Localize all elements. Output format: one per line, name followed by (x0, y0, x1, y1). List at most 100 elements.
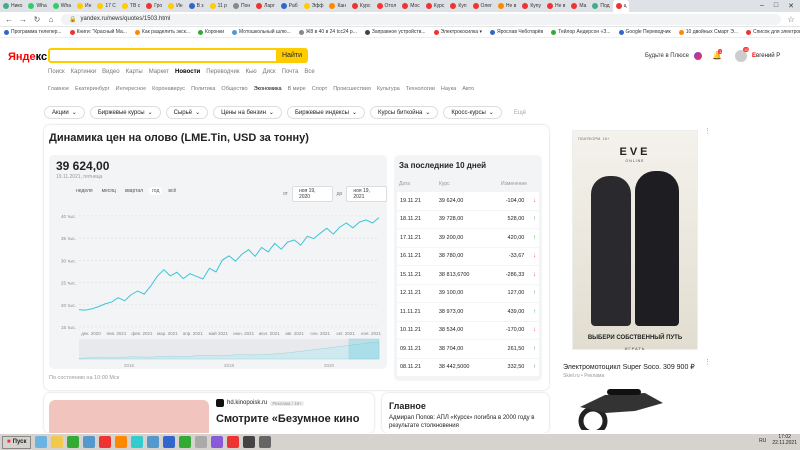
category-link-9[interactable]: Происшествия (333, 86, 371, 92)
browser-tab[interactable]: Не в (544, 0, 568, 12)
taskbar-app-icon[interactable] (259, 436, 272, 448)
ad-image[interactable]: ПЛАТФОРМ. 16+ EVE ONLINE ВЫБЕРИ СОБСТВЕН… (572, 130, 698, 351)
browser-tab[interactable]: Гро (143, 0, 165, 12)
browser-tab[interactable]: ТВ с (119, 0, 143, 12)
category-link-8[interactable]: Спорт (312, 86, 327, 92)
category-link-10[interactable]: Культура (377, 86, 400, 92)
ad-menu-icon[interactable]: ⋮ (704, 127, 711, 135)
ad2-title[interactable]: Электромотоцикл Super Soco. 309 900 ₽ (563, 363, 695, 371)
news-card-promo[interactable]: hd.kinopoisk.ru Реклама / 18+ Смотрите «… (44, 393, 374, 433)
taskbar-app-icon[interactable] (83, 436, 96, 448)
browser-tab[interactable]: Отол (374, 0, 400, 12)
taskbar-app-icon[interactable] (195, 436, 208, 448)
star-icon[interactable]: ☆ (787, 15, 795, 24)
bookmark[interactable]: Электрокосилка ▾ (433, 29, 482, 35)
search-input[interactable] (48, 48, 306, 63)
forward-icon[interactable]: → (19, 15, 27, 24)
browser-tab[interactable]: Под (589, 0, 612, 12)
find-button[interactable]: Найти (276, 48, 308, 63)
category-link-6[interactable]: Экономика (254, 86, 282, 92)
taskbar-app-icon[interactable] (227, 436, 240, 448)
taskbar-app-icon[interactable] (35, 436, 48, 448)
from-date-field[interactable]: ноя 19, 2020 (291, 186, 333, 202)
browser-tab[interactable]: Курс (423, 0, 448, 12)
filter-chip-7[interactable]: Ещё (506, 106, 534, 119)
category-link-5[interactable]: Общество (221, 86, 247, 92)
browser-tab[interactable]: Пон (230, 0, 253, 12)
service-link-0[interactable]: Поиск (48, 69, 65, 75)
home-icon[interactable]: ⌂ (47, 15, 55, 24)
service-link-8[interactable]: Диск (263, 69, 276, 75)
start-button[interactable]: ■ Пуск (2, 435, 32, 449)
period-1[interactable]: месяц (99, 187, 119, 195)
bookmark[interactable]: Мотошкольный шлю... (232, 29, 291, 35)
service-link-10[interactable]: Все (304, 69, 314, 75)
period-0[interactable]: неделя (73, 187, 96, 195)
browser-tab[interactable]: Куп (447, 0, 469, 12)
browser-tab[interactable]: Курс (349, 0, 374, 12)
service-link-7[interactable]: Кью (245, 69, 256, 75)
filter-chip-3[interactable]: Цены на бензин ⌄ (213, 106, 282, 119)
browser-tab[interactable]: Мос (399, 0, 423, 12)
service-link-6[interactable]: Переводчик (206, 69, 239, 75)
news-image[interactable] (49, 400, 209, 433)
category-link-12[interactable]: Наука (441, 86, 456, 92)
bookmark[interactable]: 10 двойных Смарт Э... (678, 29, 738, 35)
main-news-item[interactable]: Адмирал Попов: АПЛ «Курск» погибла в 200… (389, 415, 544, 430)
to-date-field[interactable]: ноя 19, 2021 (346, 186, 387, 202)
browser-tab[interactable]: Не в (495, 0, 519, 12)
category-link-11[interactable]: Технологии (406, 86, 435, 92)
category-link-7[interactable]: В мире (288, 86, 306, 92)
ad-banner[interactable]: ПЛАТФОРМ. 16+ EVE ONLINE ВЫБЕРИ СОБСТВЕН… (557, 125, 713, 351)
news-source-name[interactable]: hd.kinopoisk.ru (227, 400, 267, 406)
bookmark[interactable]: Тейлор Андерсон «З... (551, 29, 611, 35)
bookmark[interactable]: Книги: "Красный Ма... (69, 29, 127, 35)
taskbar-app-icon[interactable] (51, 436, 64, 448)
period-3[interactable]: год (149, 187, 163, 195)
browser-tab[interactable]: Ларг (253, 0, 278, 12)
url-field[interactable]: 🔒 yandex.ru/news/quotes/1503.html (61, 13, 781, 25)
browser-tab[interactable]: Ма (568, 0, 589, 12)
category-link-13[interactable]: Авто (462, 86, 474, 92)
filter-chip-0[interactable]: Акции ⌄ (44, 106, 85, 119)
minimize-icon[interactable]: – (760, 2, 764, 10)
filter-chip-2[interactable]: Сырьё ⌄ (165, 106, 209, 119)
reload-icon[interactable]: ↻ (33, 15, 41, 24)
news-headline[interactable]: Смотрите «Безумное кино (216, 413, 359, 425)
browser-tab[interactable]: Ин (165, 0, 185, 12)
category-link-2[interactable]: Интересное (116, 86, 147, 92)
browser-tab[interactable]: ц (612, 0, 630, 12)
service-link-3[interactable]: Карты (126, 69, 143, 75)
maximize-icon[interactable]: □ (774, 2, 778, 10)
category-link-0[interactable]: Главное (48, 86, 69, 92)
taskbar-app-icon[interactable] (67, 436, 80, 448)
taskbar-app-icon[interactable] (211, 436, 224, 448)
bookmark[interactable]: Ж8 в 40 в 24 tcc24 р... (298, 29, 357, 35)
browser-tab[interactable]: 17 С (94, 0, 119, 12)
taskbar-app-icon[interactable] (163, 436, 176, 448)
browser-tab[interactable]: Эфф (301, 0, 327, 12)
bookmark[interactable]: Ярослав Чеботарёв (489, 29, 543, 35)
language-indicator[interactable]: RU (759, 438, 766, 444)
taskbar-app-icon[interactable] (99, 436, 112, 448)
browser-tab[interactable]: 11 р (207, 0, 230, 12)
service-link-2[interactable]: Видео (102, 69, 120, 75)
browser-tab[interactable]: Ин (74, 0, 94, 12)
category-link-3[interactable]: Коронавирус (152, 86, 185, 92)
browser-tab[interactable]: В з (186, 0, 207, 12)
browser-tab[interactable]: Олег (470, 0, 495, 12)
period-2[interactable]: квартал (122, 187, 146, 195)
filter-chip-5[interactable]: Курсы биткойна ⌄ (369, 106, 439, 119)
browser-tab[interactable]: Купу (519, 0, 544, 12)
bookmark[interactable]: Программа телепер... (4, 29, 62, 35)
taskbar-app-icon[interactable] (115, 436, 128, 448)
filter-chip-1[interactable]: Биржевые курсы ⌄ (89, 106, 161, 119)
plus-link[interactable]: Будьте в Плюсе (645, 53, 689, 59)
ad-play-link[interactable]: ИГРАТЬ (573, 346, 697, 351)
motorcycle-image[interactable] (565, 385, 685, 430)
taskbar-app-icon[interactable] (243, 436, 256, 448)
ad2-menu-icon[interactable]: ⋮ (704, 358, 711, 366)
bookmark[interactable]: Заправное устройств... (364, 29, 426, 35)
category-link-4[interactable]: Политика (191, 86, 215, 92)
bookmark[interactable]: Как разделить экск... (134, 29, 190, 35)
